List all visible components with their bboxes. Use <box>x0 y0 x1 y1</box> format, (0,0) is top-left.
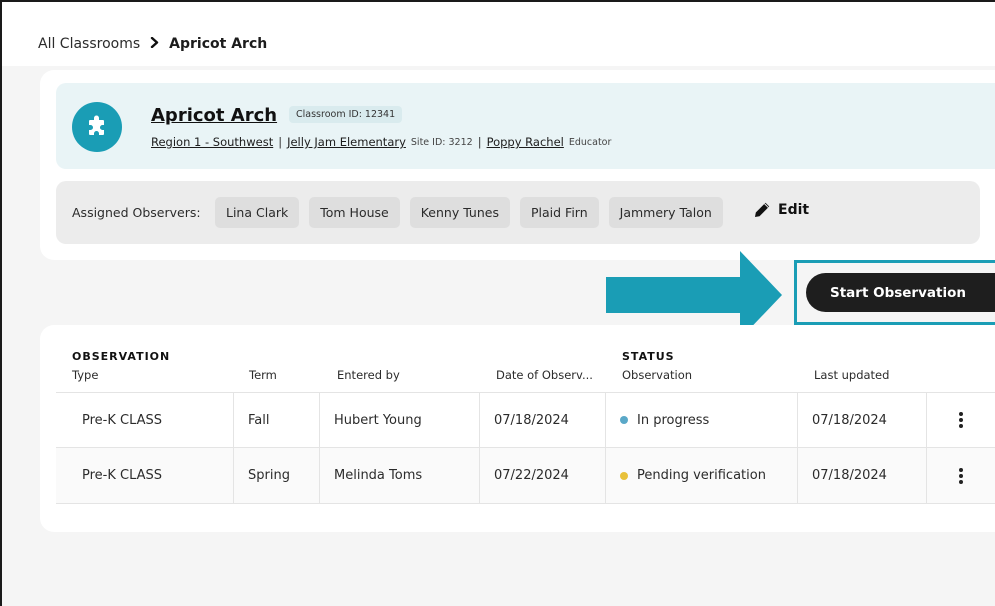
status-group-header: STATUS <box>622 350 675 363</box>
cell-last-updated: 07/18/2024 <box>797 393 926 447</box>
avatar <box>72 102 122 152</box>
classroom-card: Apricot Arch Classroom ID: 12341 Region … <box>40 70 995 260</box>
classroom-header: Apricot Arch Classroom ID: 12341 Region … <box>56 83 995 169</box>
puzzle-icon <box>89 115 104 135</box>
column-header-term[interactable]: Term <box>249 368 277 382</box>
cell-type: Pre-K CLASS <box>82 468 163 483</box>
row-menu-button[interactable] <box>926 393 995 447</box>
observer-chips: Lina Clark Tom House Kenny Tunes Plaid F… <box>215 197 723 228</box>
classroom-name[interactable]: Apricot Arch <box>151 105 277 126</box>
table-row[interactable]: Pre-K CLASS Fall Hubert Young 07/18/2024… <box>56 392 995 448</box>
observer-chip: Plaid Firn <box>519 197 599 228</box>
observer-chip: Tom House <box>309 197 400 228</box>
table-body: Pre-K CLASS Fall Hubert Young 07/18/2024… <box>56 392 995 504</box>
school-link[interactable]: Jelly Jam Elementary <box>287 135 406 149</box>
classroom-id-badge: Classroom ID: 12341 <box>289 106 403 123</box>
kebab-icon <box>959 412 963 428</box>
cell-type: Pre-K CLASS <box>82 412 163 428</box>
cell-date: 07/22/2024 <box>479 448 605 503</box>
region-link[interactable]: Region 1 - Southwest <box>151 135 273 149</box>
meta-separator: | <box>477 135 482 149</box>
observations-table: OBSERVATION STATUS Type Term Entered by … <box>40 325 995 532</box>
cell-term: Spring <box>233 448 319 503</box>
observer-chip: Kenny Tunes <box>409 197 510 228</box>
chevron-right-icon <box>150 36 159 52</box>
column-header-date[interactable]: Date of Observ... <box>496 368 593 382</box>
table-row[interactable]: Pre-K CLASS Spring Melinda Toms 07/22/20… <box>56 448 995 504</box>
edit-observers-button[interactable]: Edit <box>753 201 809 219</box>
meta-separator: | <box>278 135 283 149</box>
observer-chip: Lina Clark <box>215 197 300 228</box>
assigned-observers-label: Assigned Observers: <box>72 205 201 220</box>
status-dot-pending <box>620 471 628 480</box>
breadcrumb-all-classrooms[interactable]: All Classrooms <box>38 36 140 52</box>
cell-last-updated: 07/18/2024 <box>797 448 926 503</box>
edit-label: Edit <box>778 202 810 218</box>
educator-role: Educator <box>568 136 612 148</box>
cell-status: In progress <box>605 393 797 447</box>
assigned-observers-bar: Assigned Observers: Lina Clark Tom House… <box>56 181 980 244</box>
observation-group-header: OBSERVATION <box>72 350 171 363</box>
row-menu-button[interactable] <box>926 448 995 503</box>
pencil-icon <box>755 202 770 217</box>
status-dot-in-progress <box>620 416 628 424</box>
kebab-icon <box>959 467 963 484</box>
site-id: Site ID: 3212 <box>410 136 473 148</box>
top-strip <box>2 2 995 66</box>
start-observation-button[interactable]: Start Observation <box>806 273 995 312</box>
observer-chip: Jammery Talon <box>608 197 723 228</box>
breadcrumb-current: Apricot Arch <box>169 36 268 52</box>
status-text: Pending verification <box>637 468 766 483</box>
status-text: In progress <box>637 412 710 428</box>
breadcrumb: All Classrooms Apricot Arch <box>38 36 267 52</box>
cell-status: Pending verification <box>605 448 797 503</box>
classroom-meta: Region 1 - Southwest | Jelly Jam Element… <box>151 135 611 149</box>
cell-entered-by: Melinda Toms <box>319 448 479 503</box>
cell-term: Fall <box>233 393 319 447</box>
educator-link[interactable]: Poppy Rachel <box>487 135 564 149</box>
column-header-observation-status[interactable]: Observation <box>622 368 692 382</box>
column-header-entered-by[interactable]: Entered by <box>337 368 400 382</box>
column-header-type[interactable]: Type <box>72 368 98 382</box>
column-header-last-updated[interactable]: Last updated <box>814 368 889 382</box>
cell-entered-by: Hubert Young <box>319 393 479 447</box>
cell-date: 07/18/2024 <box>479 393 605 447</box>
